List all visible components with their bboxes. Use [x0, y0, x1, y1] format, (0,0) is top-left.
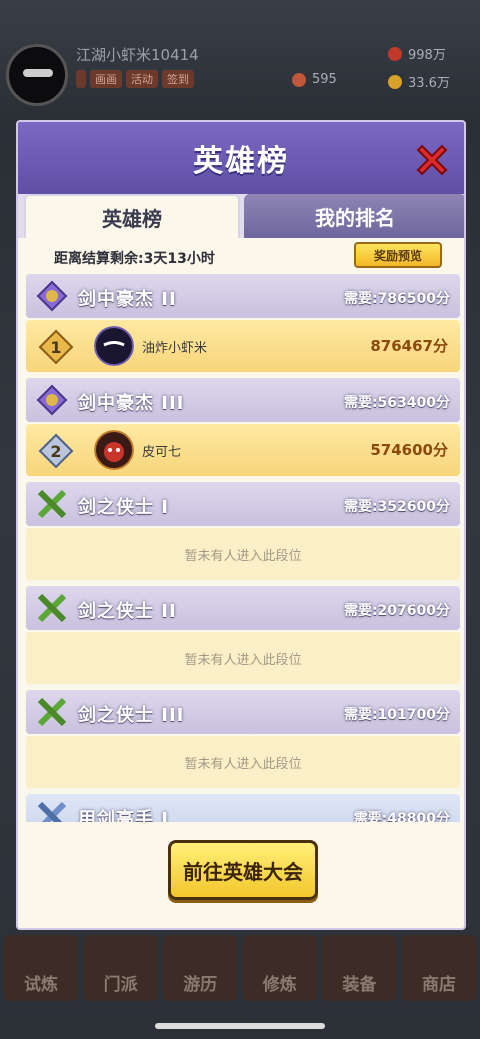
- player-name: 油炸小虾米: [142, 341, 208, 356]
- ticket-icon: [292, 72, 306, 87]
- player-avatar: [6, 44, 68, 106]
- purple-gem-icon: [36, 384, 68, 416]
- nav-tab-travel[interactable]: 游历: [163, 935, 238, 1001]
- modal-title: 英雄榜: [193, 144, 289, 179]
- player-score: 574600分: [370, 441, 448, 459]
- coin-resource: 33.6万: [388, 72, 450, 91]
- player-name: 江湖小虾米10414: [76, 46, 199, 64]
- tier-header: 剑之侠士 III 需要:101700分: [26, 690, 460, 734]
- tier-requirement: 需要:101700分: [343, 707, 450, 723]
- tab-hero-leaderboard[interactable]: 英雄榜: [24, 194, 240, 238]
- tier-header: 剑中豪杰 III 需要:563400分: [26, 378, 460, 422]
- tier-requirement: 需要:786500分: [343, 291, 450, 307]
- nav-tab-trial[interactable]: 试炼: [4, 935, 78, 1001]
- rank-number: 2: [50, 441, 62, 461]
- tag-badge: [76, 70, 86, 88]
- hero-leaderboard-modal: 英雄榜 英雄榜 我的排名 距离结算剩余:3天13小时 奖励预览 剑中豪杰 II …: [16, 120, 466, 930]
- tab-bar: 英雄榜 我的排名: [18, 194, 464, 238]
- tier-header: 用剑高手 I 需要:48800分: [26, 794, 460, 822]
- tier-header: 剑中豪杰 II 需要:786500分: [26, 274, 460, 318]
- tier-requirement: 需要:563400分: [343, 395, 450, 411]
- modal-header: 英雄榜: [18, 122, 464, 194]
- tier-name: 剑之侠士 II: [78, 601, 177, 622]
- rank-number: 1: [50, 337, 62, 357]
- tier-requirement: 需要:352600分: [343, 499, 450, 515]
- tier-name: 剑之侠士 III: [78, 705, 185, 726]
- player-row[interactable]: 2 皮可七 574600分: [26, 424, 460, 476]
- tag-draw: 画画: [90, 70, 122, 88]
- coin-icon: [388, 74, 402, 89]
- player-score: 876467分: [370, 337, 448, 355]
- home-indicator: [155, 1023, 325, 1029]
- tier-name: 剑中豪杰 II: [78, 289, 177, 310]
- go-hero-conference-button[interactable]: 前往英雄大会: [168, 840, 318, 900]
- green-swords-icon: [37, 697, 67, 727]
- nav-tab-cultivate[interactable]: 修炼: [242, 935, 317, 1001]
- tag-signin: 签到: [162, 70, 194, 88]
- tier-requirement: 需要:207600分: [343, 603, 450, 619]
- tab-my-ranking[interactable]: 我的排名: [244, 194, 464, 238]
- close-icon: [416, 144, 448, 176]
- blue-swords-icon: [37, 801, 67, 822]
- player-row[interactable]: 1 油炸小虾米 876467分: [26, 320, 460, 372]
- empty-tier-row: 暂未有人进入此段位: [26, 736, 460, 788]
- tier-name: 剑之侠士 I: [78, 497, 169, 518]
- tier-list[interactable]: 剑中豪杰 II 需要:786500分 1 油炸小虾米 876467分 剑中豪杰 …: [26, 274, 460, 822]
- close-button[interactable]: [412, 140, 452, 180]
- nav-tab-shop[interactable]: 商店: [401, 935, 476, 1001]
- player-tags: 画画 活动 签到: [76, 70, 194, 88]
- tier-name: 用剑高手 I: [78, 809, 169, 822]
- tier-requirement: 需要:48800分: [353, 811, 450, 822]
- ninja-avatar-icon: [94, 326, 134, 366]
- warrior-avatar-icon: [94, 430, 134, 470]
- tier-name: 剑中豪杰 III: [78, 393, 185, 414]
- empty-tier-row: 暂未有人进入此段位: [26, 528, 460, 580]
- bottom-nav: 试炼 门派 游历 修炼 装备 商店: [0, 935, 480, 1001]
- ticket-value: 595: [312, 72, 337, 87]
- nav-tab-equipment[interactable]: 装备: [322, 935, 397, 1001]
- gem-resource: 998万: [388, 44, 446, 63]
- player-name: 皮可七: [142, 445, 182, 460]
- tag-event: 活动: [126, 70, 158, 88]
- nav-tab-sect[interactable]: 门派: [83, 935, 158, 1001]
- tier-header: 剑之侠士 I 需要:352600分: [26, 482, 460, 526]
- green-swords-icon: [37, 593, 67, 623]
- coin-value: 33.6万: [408, 76, 450, 91]
- ticket-resource: 595: [292, 72, 337, 87]
- green-swords-icon: [37, 489, 67, 519]
- settlement-timer: 距离结算剩余:3天13小时: [54, 251, 215, 267]
- tier-header: 剑之侠士 II 需要:207600分: [26, 586, 460, 630]
- reward-preview-button[interactable]: 奖励预览: [354, 242, 442, 268]
- empty-tier-row: 暂未有人进入此段位: [26, 632, 460, 684]
- gem-value: 998万: [408, 48, 446, 63]
- gem-icon: [388, 46, 402, 61]
- purple-gem-icon: [36, 280, 68, 312]
